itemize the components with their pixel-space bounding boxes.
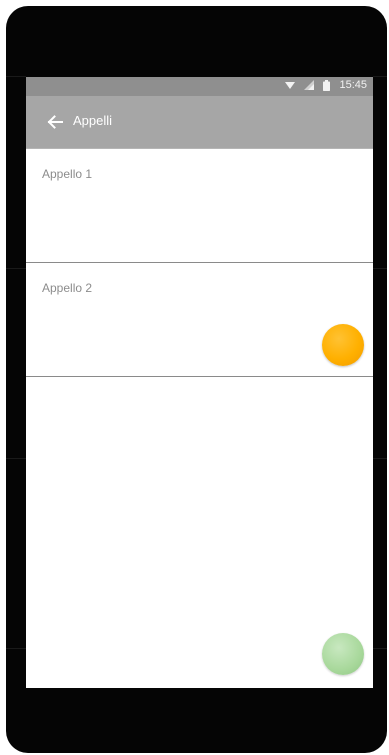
list-item-appello-1[interactable]: Appello 1 <box>26 148 373 263</box>
list-item-appello-2[interactable]: Appello 2 <box>26 263 373 377</box>
list-item-label: Appello 2 <box>42 281 93 295</box>
green-action-circle[interactable] <box>322 633 364 675</box>
appelli-list: Appello 1 Appello 2 <box>26 148 373 377</box>
signal-icon <box>304 80 315 90</box>
page-title: Appelli <box>73 113 113 128</box>
bezel-divider <box>6 648 26 649</box>
bezel-divider <box>373 76 387 77</box>
bezel-divider <box>373 458 387 459</box>
bezel-divider <box>373 268 387 269</box>
bezel-divider <box>6 76 26 77</box>
bezel-divider <box>373 648 387 649</box>
arrow-left-icon[interactable] <box>45 112 65 132</box>
list-item-label: Appello 1 <box>42 167 93 181</box>
status-icons: 15:45 <box>285 79 367 91</box>
wifi-icon <box>285 81 296 90</box>
status-bar: 15:45 <box>26 77 373 96</box>
app-bar: Appelli <box>26 96 373 148</box>
status-time: 15:45 <box>339 79 367 91</box>
bezel-divider <box>6 458 26 459</box>
battery-icon <box>323 79 331 91</box>
orange-status-circle[interactable] <box>322 324 364 366</box>
bezel-divider <box>6 268 26 269</box>
app-screen: 15:45 Appelli Appello 1 Appello 2 <box>26 77 373 688</box>
